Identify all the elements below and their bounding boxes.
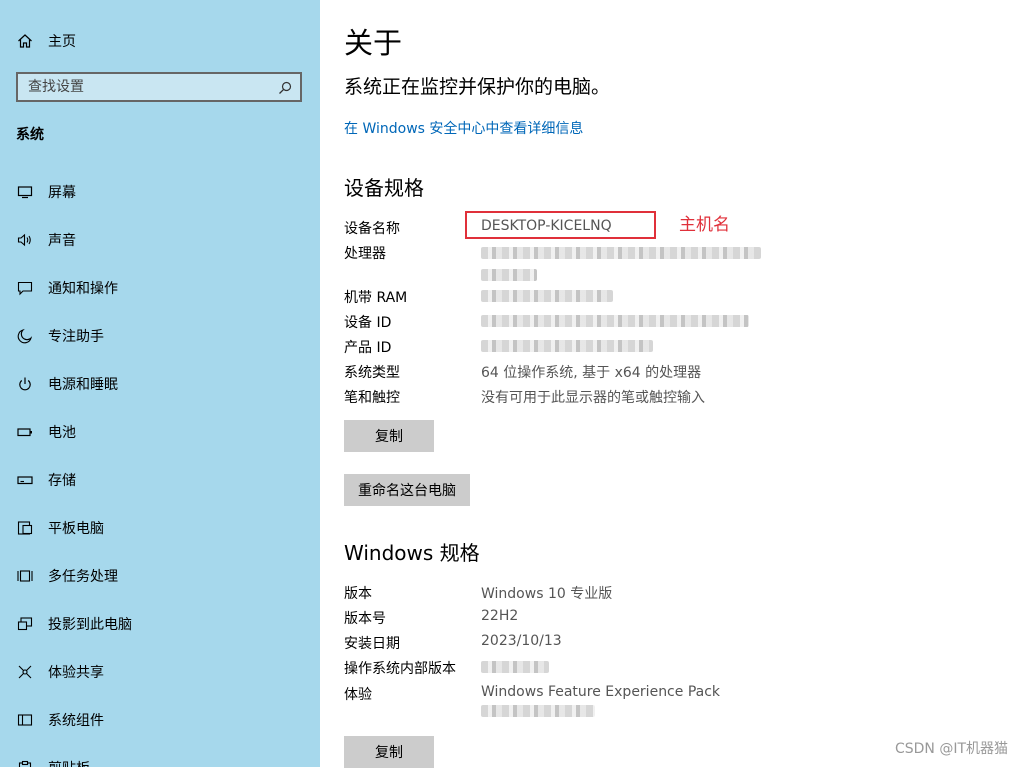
speaker-icon <box>16 231 34 249</box>
spec-label: 操作系统内部版本 <box>344 661 456 677</box>
settings-sidebar: 主页 系统 屏幕 声音 通知和操作 <box>0 0 320 767</box>
spec-label: 处理器 <box>344 246 386 262</box>
about-page: 关于 系统正在监控并保护你的电脑。 在 Windows 安全中心中查看详细信息 … <box>320 0 1022 768</box>
system-type-value: 64 位操作系统, 基于 x64 的处理器 <box>481 365 702 381</box>
spec-label: 笔和触控 <box>344 390 400 406</box>
sidebar-nav-list: 屏幕 声音 通知和操作 专注助手 电源和睡眠 电池 存储 平板电脑 多任务处理 … <box>0 168 320 767</box>
sidebar-item-label: 平板电脑 <box>48 521 104 537</box>
spec-label: 机带 RAM <box>344 290 408 306</box>
redacted-text <box>481 269 537 281</box>
hostname-annotation: 主机名 <box>679 215 730 235</box>
sidebar-item-label: 专注助手 <box>48 329 104 345</box>
sidebar-item-label: 存储 <box>48 473 76 489</box>
sidebar-item-focus-assist[interactable]: 专注助手 <box>0 312 320 360</box>
search-input[interactable] <box>18 74 268 100</box>
product-id-value-redacted <box>481 337 653 356</box>
edition-value: Windows 10 专业版 <box>481 586 613 602</box>
pen-touch-value: 没有可用于此显示器的笔或触控输入 <box>481 390 705 406</box>
sidebar-item-power-sleep[interactable]: 电源和睡眠 <box>0 360 320 408</box>
moon-icon <box>16 327 34 345</box>
sidebar-item-label: 多任务处理 <box>48 569 118 585</box>
spec-label: 版本号 <box>344 611 386 627</box>
install-date-value: 2023/10/13 <box>481 633 562 649</box>
processor-value-redacted <box>481 243 761 285</box>
components-icon <box>16 711 34 729</box>
redacted-text <box>481 661 549 673</box>
redacted-text <box>481 247 761 259</box>
sidebar-item-display[interactable]: 屏幕 <box>0 168 320 216</box>
sidebar-item-battery[interactable]: 电池 <box>0 408 320 456</box>
sidebar-item-label: 通知和操作 <box>48 281 118 297</box>
search-icon[interactable] <box>278 80 292 99</box>
spec-label: 产品 ID <box>344 340 392 356</box>
sidebar-item-projecting[interactable]: 投影到此电脑 <box>0 600 320 648</box>
home-icon <box>16 32 34 50</box>
device-id-value-redacted <box>481 312 749 331</box>
experience-value: Windows Feature Experience Pack <box>481 684 720 721</box>
project-icon <box>16 615 34 633</box>
storage-icon <box>16 471 34 489</box>
windows-specs-title: Windows 规格 <box>344 541 480 565</box>
protection-status-text: 系统正在监控并保护你的电脑。 <box>344 76 611 98</box>
version-value: 22H2 <box>481 608 519 624</box>
device-specs-title: 设备规格 <box>344 176 424 200</box>
clipboard-icon <box>16 759 34 767</box>
copy-windows-specs-button[interactable]: 复制 <box>344 736 434 768</box>
sidebar-item-shared-experiences[interactable]: 体验共享 <box>0 648 320 696</box>
device-name-highlight-box <box>465 211 656 239</box>
spec-label: 系统类型 <box>344 365 400 381</box>
sidebar-item-multitasking[interactable]: 多任务处理 <box>0 552 320 600</box>
sidebar-item-label: 电源和睡眠 <box>48 377 118 393</box>
os-build-value-redacted <box>481 658 549 677</box>
sidebar-item-sound[interactable]: 声音 <box>0 216 320 264</box>
system-section-label: 系统 <box>16 127 44 143</box>
sidebar-item-label: 剪贴板 <box>48 758 90 767</box>
sidebar-item-tablet[interactable]: 平板电脑 <box>0 504 320 552</box>
sidebar-item-label: 电池 <box>48 425 76 441</box>
security-center-link[interactable]: 在 Windows 安全中心中查看详细信息 <box>344 118 583 138</box>
home-nav-item[interactable]: 主页 <box>0 22 320 60</box>
ram-value-redacted <box>481 287 613 306</box>
monitor-icon <box>16 183 34 201</box>
redacted-text <box>481 340 653 352</box>
share-icon <box>16 663 34 681</box>
power-icon <box>16 375 34 393</box>
sidebar-item-label: 系统组件 <box>48 713 104 729</box>
rename-pc-button[interactable]: 重命名这台电脑 <box>344 474 470 506</box>
search-box[interactable] <box>16 72 302 102</box>
spec-label: 安装日期 <box>344 636 400 652</box>
sidebar-item-clipboard[interactable]: 剪贴板 <box>0 744 320 767</box>
copy-device-specs-button[interactable]: 复制 <box>344 420 434 452</box>
redacted-text <box>481 705 595 717</box>
redacted-text <box>481 290 613 302</box>
battery-icon <box>16 423 34 441</box>
page-title: 关于 <box>344 26 403 60</box>
tablet-icon <box>16 519 34 537</box>
experience-text: Windows Feature Experience Pack <box>481 684 721 700</box>
sidebar-item-label: 投影到此电脑 <box>48 617 132 633</box>
sidebar-item-notifications[interactable]: 通知和操作 <box>0 264 320 312</box>
spec-label: 设备名称 <box>344 221 400 237</box>
notification-icon <box>16 279 34 297</box>
sidebar-item-label: 体验共享 <box>48 665 104 681</box>
sidebar-item-label: 屏幕 <box>48 185 76 201</box>
home-label: 主页 <box>48 34 76 50</box>
redacted-text <box>481 315 749 327</box>
sidebar-item-storage[interactable]: 存储 <box>0 456 320 504</box>
multitask-icon <box>16 567 34 585</box>
sidebar-item-system-components[interactable]: 系统组件 <box>0 696 320 744</box>
spec-label: 设备 ID <box>344 315 392 331</box>
spec-label: 版本 <box>344 586 372 602</box>
csdn-watermark: CSDN @IT机器猫 <box>894 741 1008 757</box>
sidebar-item-label: 声音 <box>48 233 76 249</box>
spec-label: 体验 <box>344 687 372 703</box>
